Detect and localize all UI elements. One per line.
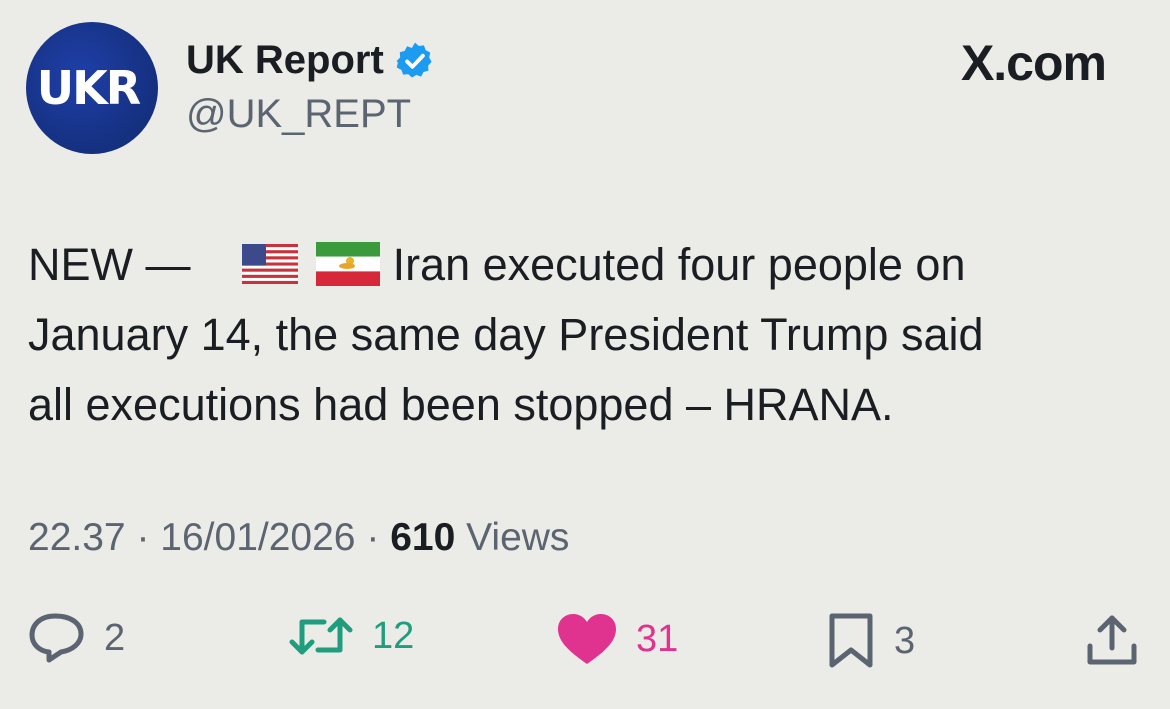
account-name-row: UK Report (186, 38, 436, 83)
tweet-prefix: NEW — (28, 239, 191, 290)
iran-lion-sun-flag-icon (316, 242, 381, 287)
views-label: Views (466, 516, 570, 559)
tweet-meta: 22.37 · 16/01/2026 · 610 Views (28, 516, 569, 560)
bookmark-count: 3 (894, 619, 916, 662)
display-name[interactable]: UK Report (186, 38, 384, 83)
tweet-line-1: Iran executed four people on (392, 239, 966, 290)
brand-watermark: X.com (960, 34, 1107, 92)
meta-separator: · (366, 516, 380, 559)
account-handle[interactable]: @UK_REPT (186, 92, 411, 137)
tweet-body: NEW — Iran executed four people on Janua… (28, 230, 1138, 440)
tweet-line-2: January 14, the same day President Trump… (28, 309, 984, 360)
reply-button[interactable]: 2 (28, 612, 125, 664)
tweet-line-3: all executions had been stopped – HRANA. (28, 379, 894, 430)
meta-separator: · (136, 516, 150, 559)
action-bar: 2 12 31 3 (0, 612, 1170, 672)
like-count: 31 (636, 617, 679, 660)
avatar-logo-text: UKR (36, 61, 141, 115)
retweet-button[interactable]: 12 (288, 612, 414, 660)
bookmark-button[interactable]: 3 (826, 612, 915, 670)
share-icon (1087, 615, 1137, 665)
views-count: 610 (390, 516, 456, 559)
retweet-count: 12 (372, 614, 415, 657)
tweet-date[interactable]: 16/01/2026 (160, 516, 355, 559)
us-flag-icon (241, 244, 298, 285)
reply-count: 2 (104, 616, 126, 659)
bookmark-icon (829, 613, 873, 668)
reply-icon (29, 613, 84, 663)
retweet-icon (289, 617, 353, 655)
verified-badge-icon (396, 42, 432, 77)
brand-label: X.com (960, 35, 1107, 91)
tweet-time[interactable]: 22.37 (28, 516, 126, 559)
heart-icon (558, 614, 616, 664)
like-button[interactable]: 31 (556, 612, 678, 666)
avatar[interactable]: UKR (26, 22, 158, 154)
share-button[interactable] (1084, 612, 1140, 668)
